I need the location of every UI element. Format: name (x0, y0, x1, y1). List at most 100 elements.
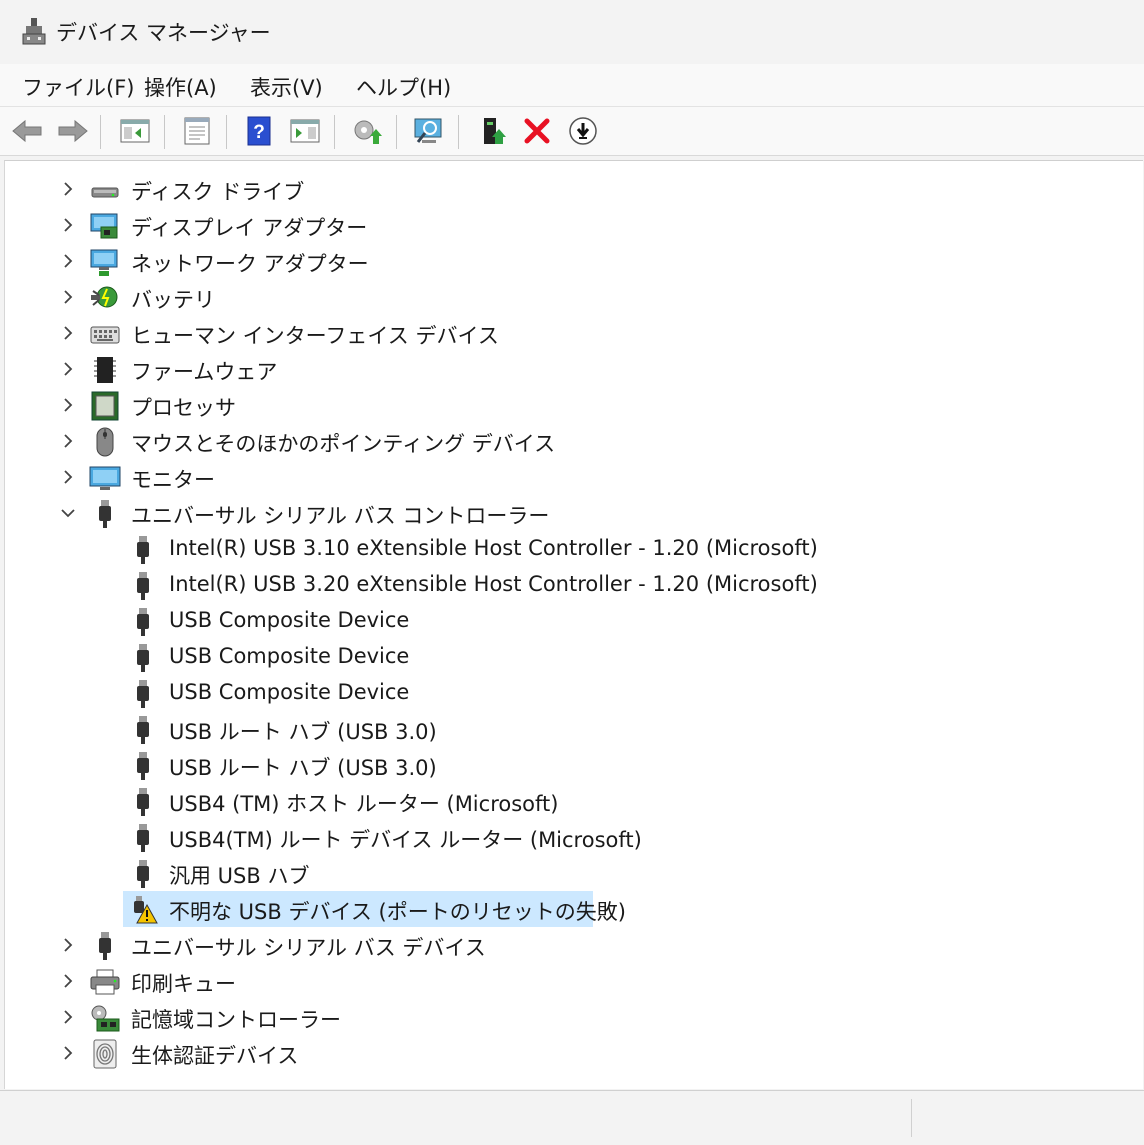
disk-drive-icon (91, 187, 119, 198)
tree-device-item[interactable]: USB Composite Device (5, 675, 1143, 711)
tree-category-label: ネットワーク アダプター (131, 252, 369, 276)
update-driver-button[interactable] (350, 115, 384, 147)
forward-button[interactable] (56, 115, 90, 147)
console-tree-button[interactable] (118, 115, 152, 147)
usb-icon (137, 572, 149, 600)
usb-icon (137, 788, 149, 816)
usb-icon (137, 860, 149, 888)
chevron-right-icon[interactable] (57, 322, 79, 344)
tree-category-processors[interactable]: プロセッサ (5, 387, 1143, 423)
usb-icon (137, 608, 149, 636)
tree-category-label: ディスク ドライブ (131, 180, 305, 204)
tree-device-label: USB ルート ハブ (USB 3.0) (169, 720, 437, 744)
menu-file[interactable]: ファイル(F) (22, 72, 134, 102)
usb-icon (137, 680, 149, 708)
chevron-right-icon[interactable] (57, 970, 79, 992)
back-button[interactable] (10, 115, 44, 147)
tree-device-item[interactable]: USB Composite Device (5, 603, 1143, 639)
tree-device-item[interactable]: USB4(TM) ルート デバイス ルーター (Microsoft) (5, 819, 1143, 855)
tree-category-display-adapters[interactable]: ディスプレイ アダプター (5, 207, 1143, 243)
properties-button[interactable] (180, 115, 214, 147)
usb-icon (137, 752, 149, 780)
tree-device-item[interactable]: USB ルート ハブ (USB 3.0) (5, 747, 1143, 783)
printer-icon (90, 969, 120, 995)
device-tree[interactable]: ディスク ドライブ ディスプレイ アダプター ネットワーク アダプター バッテリ… (4, 160, 1143, 1089)
chevron-right-icon[interactable] (57, 430, 79, 452)
tree-device-item[interactable]: Intel(R) USB 3.10 eXtensible Host Contro… (5, 531, 1143, 567)
tree-device-label: USB4(TM) ルート デバイス ルーター (Microsoft) (169, 828, 642, 852)
tree-category-batteries[interactable]: バッテリ (5, 279, 1143, 315)
chevron-right-icon[interactable] (57, 250, 79, 272)
tree-device-item[interactable]: USB4 (TM) ホスト ルーター (Microsoft) (5, 783, 1143, 819)
tree-category-monitors[interactable]: モニター (5, 459, 1143, 495)
chevron-right-icon[interactable] (57, 178, 79, 200)
tree-device-label: 不明な USB デバイス (ポートのリセットの失敗) (169, 900, 626, 924)
uninstall-device-button[interactable] (520, 115, 554, 147)
uninstall-device-icon (524, 118, 550, 144)
menu-view[interactable]: 表示(V) (250, 72, 323, 102)
tree-category-label: ヒューマン インターフェイス デバイス (131, 324, 499, 348)
tree-category-label: ユニバーサル シリアル バス デバイス (131, 936, 486, 960)
usb-icon (137, 536, 149, 564)
chevron-down-icon[interactable] (57, 502, 79, 524)
action-pane-button[interactable] (288, 115, 322, 147)
show-hide-console-tree-icon (120, 119, 150, 143)
disable-device-icon (569, 117, 597, 145)
tree-device-item[interactable]: 汎用 USB ハブ (5, 855, 1143, 891)
usb-icon (137, 824, 149, 852)
help-button[interactable]: ? (242, 115, 276, 147)
tree-device-label: USB Composite Device (169, 680, 410, 704)
tree-category-label: ユニバーサル シリアル バス コントローラー (131, 504, 550, 528)
tree-category-biometric[interactable]: 生体認証デバイス (5, 1035, 1143, 1071)
tree-category-usb-devices[interactable]: ユニバーサル シリアル バス デバイス (5, 927, 1143, 963)
device-manager-window: デバイス マネージャー ファイル(F) 操作(A) 表示(V) ヘルプ(H) ? (0, 0, 1144, 1145)
tree-category-storage-controllers[interactable]: 記憶域コントローラー (5, 999, 1143, 1035)
tree-device-label: USB4 (TM) ホスト ルーター (Microsoft) (169, 792, 559, 816)
properties-icon (184, 117, 210, 145)
tree-category-print-queues[interactable]: 印刷キュー (5, 963, 1143, 999)
monitor-icon (89, 466, 121, 490)
tree-category-firmware[interactable]: ファームウェア (5, 351, 1143, 387)
disable-device-button[interactable] (566, 115, 600, 147)
tree-device-item[interactable]: Intel(R) USB 3.20 eXtensible Host Contro… (5, 567, 1143, 603)
chevron-right-icon[interactable] (57, 1006, 79, 1028)
tree-category-usb-controllers[interactable]: ユニバーサル シリアル バス コントローラー (5, 495, 1143, 531)
tree-device-item[interactable]: USB Composite Device (5, 639, 1143, 675)
battery-icon (91, 286, 118, 308)
tree-device-label: USB ルート ハブ (USB 3.0) (169, 756, 437, 780)
toolbar-separator (458, 115, 459, 149)
tree-device-label: Intel(R) USB 3.10 eXtensible Host Contro… (169, 536, 818, 560)
usb-icon (99, 932, 111, 960)
toolbar-separator (164, 115, 165, 149)
tree-device-item[interactable]: USB ルート ハブ (USB 3.0) (5, 711, 1143, 747)
chevron-right-icon[interactable] (57, 214, 79, 236)
chevron-right-icon[interactable] (57, 358, 79, 380)
tree-category-label: プロセッサ (131, 396, 236, 420)
toolbar-separator (226, 115, 227, 149)
menu-bar: ファイル(F) 操作(A) 表示(V) ヘルプ(H) (0, 64, 1144, 107)
tree-device-label: 汎用 USB ハブ (169, 864, 310, 888)
hid-icon (90, 326, 120, 344)
tree-category-disk-drives[interactable]: ディスク ドライブ (5, 171, 1143, 207)
enable-device-button[interactable] (476, 115, 510, 147)
back-icon (12, 119, 42, 143)
chevron-right-icon[interactable] (57, 934, 79, 956)
processor-icon (91, 391, 119, 421)
usb-icon (137, 716, 149, 744)
chevron-right-icon[interactable] (57, 1042, 79, 1064)
usb-icon (99, 500, 111, 528)
tree-category-hid[interactable]: ヒューマン インターフェイス デバイス (5, 315, 1143, 351)
tree-category-mice[interactable]: マウスとそのほかのポインティング デバイス (5, 423, 1143, 459)
mouse-icon (96, 427, 114, 457)
chevron-right-icon[interactable] (57, 466, 79, 488)
network-adapter-icon (90, 249, 118, 276)
tree-category-label: 生体認証デバイス (131, 1044, 299, 1068)
scan-hardware-button[interactable] (412, 115, 446, 147)
menu-help[interactable]: ヘルプ(H) (356, 72, 451, 102)
tree-device-item-selected[interactable]: 不明な USB デバイス (ポートのリセットの失敗) (5, 891, 1143, 927)
chevron-right-icon[interactable] (57, 394, 79, 416)
chevron-right-icon[interactable] (57, 286, 79, 308)
firmware-icon (94, 357, 116, 383)
tree-category-network-adapters[interactable]: ネットワーク アダプター (5, 243, 1143, 279)
menu-action[interactable]: 操作(A) (144, 72, 217, 102)
